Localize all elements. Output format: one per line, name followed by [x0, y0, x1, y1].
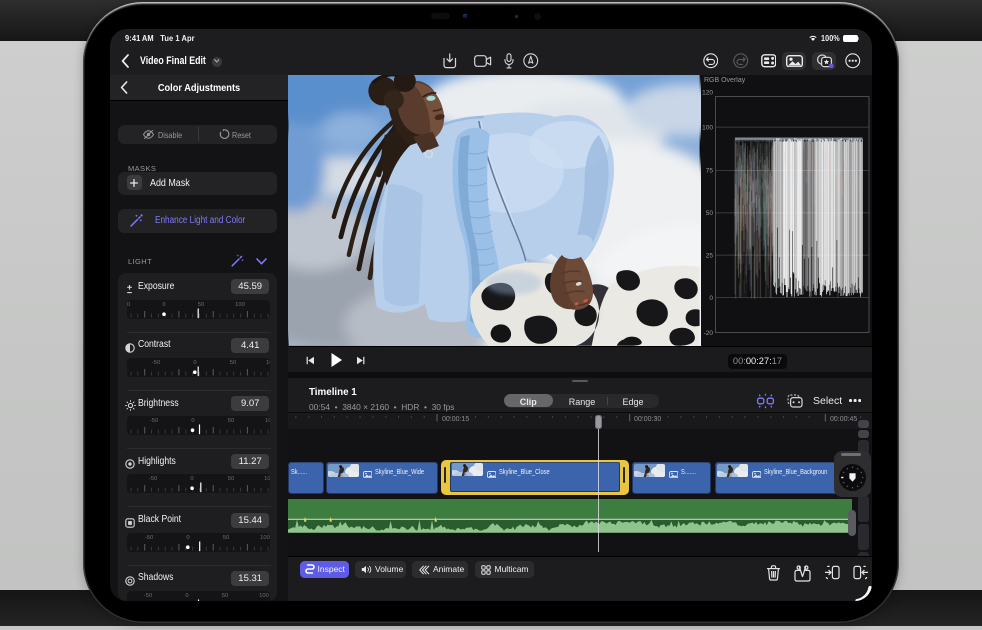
svg-text:-20: -20: [703, 330, 713, 337]
svg-text:100: 100: [702, 124, 713, 131]
svg-text:25: 25: [705, 252, 713, 259]
svg-text:75: 75: [705, 168, 713, 175]
svg-text:50: 50: [705, 210, 713, 217]
svg-text:120: 120: [702, 89, 713, 96]
svg-text:0: 0: [709, 295, 713, 302]
